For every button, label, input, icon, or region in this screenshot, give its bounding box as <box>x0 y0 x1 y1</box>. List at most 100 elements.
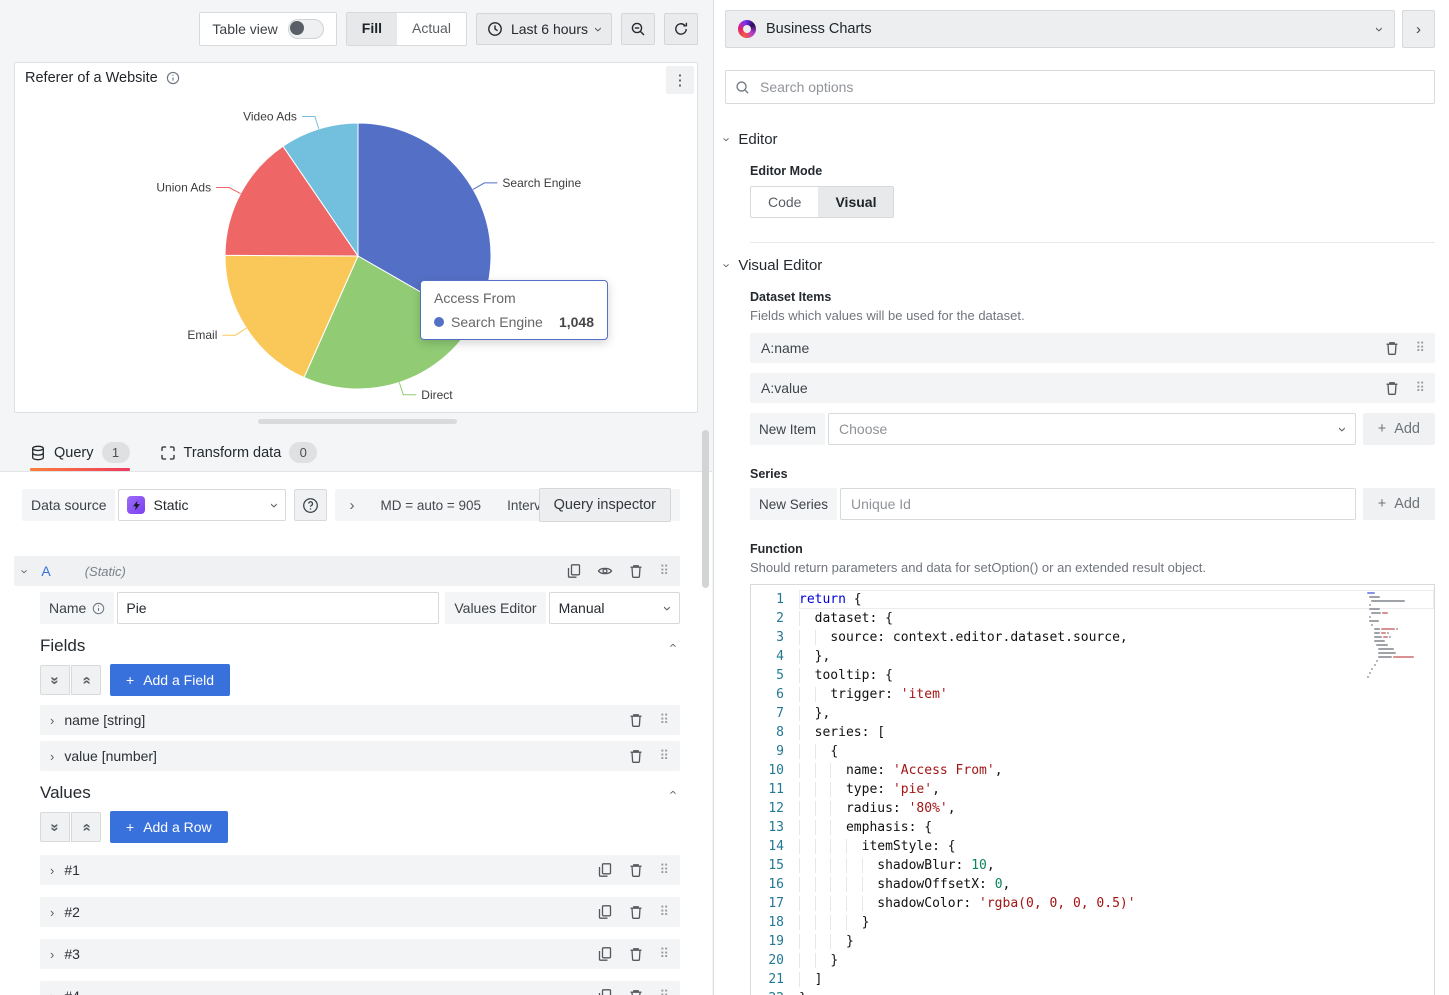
drag-handle-icon[interactable]: ⠿ <box>659 748 668 764</box>
tab-query[interactable]: Query 1 <box>30 440 130 471</box>
collapse-section-icon[interactable]: › <box>665 643 678 647</box>
search-icon <box>735 80 750 95</box>
collapse-pane-button[interactable]: › <box>1402 10 1435 48</box>
trash-icon[interactable] <box>1384 340 1400 356</box>
drag-handle-icon[interactable]: ⠿ <box>659 563 668 579</box>
pie-chart[interactable]: Search EngineDirectEmailUnion AdsVideo A… <box>15 93 699 412</box>
mode-code-option[interactable]: Code <box>751 187 818 217</box>
value-row-label: #4 <box>64 988 80 995</box>
pie-slice-label: Search Engine <box>502 176 581 190</box>
pie-slice-label: Union Ads <box>156 181 211 195</box>
tab-transform-data[interactable]: Transform data 0 <box>160 440 318 471</box>
trash-icon[interactable] <box>628 904 644 920</box>
trash-icon[interactable] <box>628 946 644 962</box>
code-line: 11 type: 'pie', <box>751 780 1434 799</box>
refresh-button[interactable] <box>664 13 698 45</box>
actual-option[interactable]: Actual <box>397 13 466 45</box>
value-row[interactable]: ›#1⠿ <box>40 855 680 885</box>
code-line: 2 dataset: { <box>751 609 1434 628</box>
chevron-down-icon: › <box>721 263 734 267</box>
query-row-header[interactable]: › A (Static) ⠿ <box>14 556 680 586</box>
panel-resize-handle[interactable] <box>258 419 457 424</box>
chevron-down-icon: › <box>1335 427 1350 432</box>
chevron-right-icon[interactable]: › <box>349 498 354 513</box>
new-item-select[interactable]: Choose › <box>828 413 1356 445</box>
drag-handle-icon[interactable]: ⠿ <box>659 862 668 878</box>
trash-icon[interactable] <box>1384 380 1400 396</box>
visual-editor-section-header[interactable]: › Visual Editor <box>725 257 1435 274</box>
trash-icon[interactable] <box>628 748 644 764</box>
query-inspector-button[interactable]: Query inspector <box>539 488 671 522</box>
panel-options-pane: Business Charts › › › Editor Editor Mode… <box>713 0 1449 995</box>
code-minimap[interactable] <box>1367 592 1419 680</box>
pie-slice-label: Video Ads <box>243 110 297 124</box>
copy-icon[interactable] <box>597 862 613 878</box>
trash-icon[interactable] <box>628 988 644 995</box>
trash-icon[interactable] <box>628 563 644 579</box>
search-options-input[interactable] <box>758 78 1425 96</box>
dataset-item-row[interactable]: A:name⠿ <box>750 333 1435 363</box>
drag-handle-icon[interactable]: ⠿ <box>1415 380 1424 396</box>
panel-menu-button[interactable]: ⋮ <box>666 66 694 94</box>
expand-chevron-icon[interactable]: › <box>50 906 54 919</box>
drag-handle-icon[interactable]: ⠿ <box>659 946 668 962</box>
expand-chevron-icon[interactable]: › <box>50 990 54 995</box>
values-editor-select[interactable]: Manual › <box>549 592 680 624</box>
expand-chevron-icon[interactable]: › <box>50 864 54 877</box>
expand-all-button[interactable]: » <box>71 665 101 695</box>
field-row[interactable]: › value [number] ⠿ <box>40 741 680 771</box>
scrollbar-thumb[interactable] <box>702 430 709 588</box>
datasource-picker[interactable]: Static › <box>118 489 286 521</box>
trash-icon[interactable] <box>628 712 644 728</box>
new-series-id-input[interactable] <box>840 488 1356 520</box>
database-icon <box>30 445 46 461</box>
panel-header: Referer of a Website ⋮ <box>15 63 697 93</box>
code-line: 9 { <box>751 742 1434 761</box>
add-row-button[interactable]: +Add a Row <box>110 811 228 843</box>
expand-all-button[interactable]: » <box>71 812 101 842</box>
eye-icon[interactable] <box>597 563 613 579</box>
collapse-all-button[interactable]: » <box>40 665 70 695</box>
datasource-row: Data source Static › › MD = auto = 905 I… <box>22 489 680 521</box>
expand-chevron-icon[interactable]: › <box>50 948 54 961</box>
copy-icon[interactable] <box>597 946 613 962</box>
field-label: value [number] <box>64 748 157 764</box>
add-field-button[interactable]: +Add a Field <box>110 664 230 696</box>
visualization-row: Business Charts › › <box>725 10 1435 48</box>
expand-chevron-icon[interactable]: › <box>50 750 54 763</box>
frame-name-input[interactable] <box>117 592 439 624</box>
function-code-editor[interactable]: 1return {2 dataset: {3 source: context.e… <box>750 584 1435 995</box>
visualization-picker[interactable]: Business Charts › <box>725 10 1395 48</box>
editor-section-header[interactable]: › Editor <box>725 131 1435 148</box>
drag-handle-icon[interactable]: ⠿ <box>659 904 668 920</box>
dataset-items-list: A:name⠿ A:value⠿ <box>750 333 1435 403</box>
values-list: ›#1⠿›#2⠿›#3⠿›#4⠿ <box>14 855 680 995</box>
drag-handle-icon[interactable]: ⠿ <box>1415 340 1424 356</box>
dataset-item-row[interactable]: A:value⠿ <box>750 373 1435 403</box>
collapse-section-icon[interactable]: › <box>665 790 678 794</box>
mode-visual-option[interactable]: Visual <box>818 187 893 217</box>
value-row[interactable]: ›#2⠿ <box>40 897 680 927</box>
collapse-all-button[interactable]: » <box>40 812 70 842</box>
series-color-dot <box>434 317 444 327</box>
add-dataset-item-button[interactable]: +Add <box>1363 413 1435 445</box>
collapse-chevron-icon[interactable]: › <box>19 569 32 573</box>
expand-chevron-icon[interactable]: › <box>50 714 54 727</box>
datasource-help-button[interactable] <box>294 489 327 521</box>
fill-option[interactable]: Fill <box>347 13 397 45</box>
zoom-out-button[interactable] <box>621 13 655 45</box>
code-line: 15 shadowBlur: 10, <box>751 856 1434 875</box>
copy-icon[interactable] <box>597 988 613 995</box>
field-row[interactable]: ›name [string]⠿ <box>40 705 680 735</box>
add-series-button[interactable]: +Add <box>1363 488 1435 520</box>
time-range-button[interactable]: Last 6 hours › <box>476 13 612 45</box>
value-row[interactable]: ›#3⠿ <box>40 939 680 969</box>
drag-handle-icon[interactable]: ⠿ <box>659 712 668 728</box>
pie-slice-label: Direct <box>421 388 453 402</box>
copy-icon[interactable] <box>566 563 582 579</box>
drag-handle-icon[interactable]: ⠿ <box>659 988 668 995</box>
copy-icon[interactable] <box>597 904 613 920</box>
trash-icon[interactable] <box>628 862 644 878</box>
table-view-switch[interactable] <box>288 19 324 39</box>
value-row[interactable]: › #4 ⠿ <box>40 981 680 995</box>
